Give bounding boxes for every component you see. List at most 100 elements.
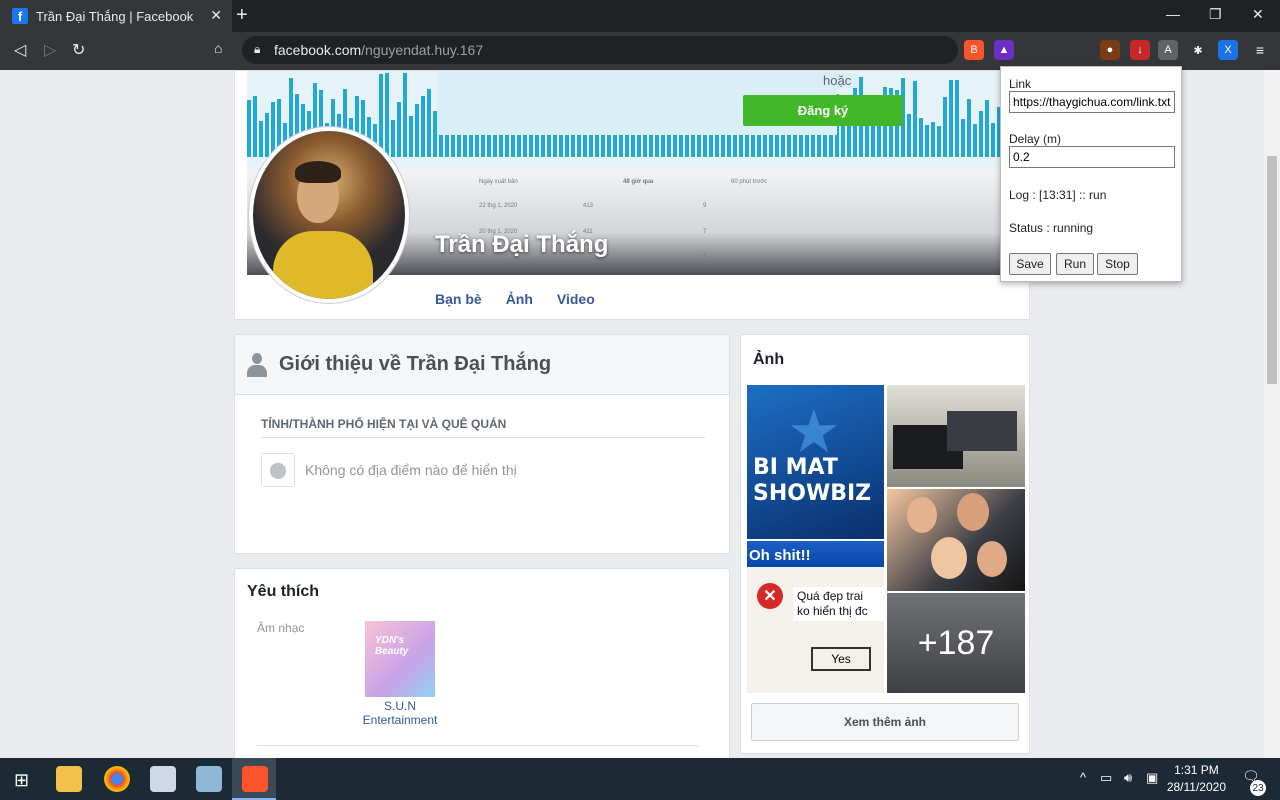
notification-badge: 23 xyxy=(1250,780,1266,796)
active-browser-task[interactable] xyxy=(232,758,276,800)
music-page-thumbnail[interactable]: YDN's Beauty xyxy=(365,621,435,697)
app-icon[interactable] xyxy=(150,766,176,792)
cover-bar xyxy=(961,118,965,157)
cover-bar xyxy=(979,111,983,157)
forward-icon[interactable]: ▷ xyxy=(44,40,56,60)
photo-caption: BI MAT SHOWBIZ xyxy=(753,455,871,507)
tray-expand-icon[interactable]: ^ xyxy=(1080,770,1086,785)
run-button[interactable]: Run xyxy=(1056,253,1094,275)
cover-bar xyxy=(415,103,419,157)
cover-bar xyxy=(259,120,263,157)
profile-avatar[interactable] xyxy=(249,127,409,303)
cover-bar xyxy=(253,95,257,157)
person-icon xyxy=(247,352,267,377)
table-row-date: 22 thg 1, 2020 xyxy=(479,203,518,209)
photo-tile[interactable]: ★ BI MAT SHOWBIZ xyxy=(747,385,884,539)
music-page-link[interactable]: S.U.N Entertainment xyxy=(355,699,445,727)
address-bar[interactable]: 🔒︎ facebook.com/nguyendat.huy.167 xyxy=(242,36,958,64)
cover-bar xyxy=(913,80,917,157)
signup-button[interactable]: Đăng ký xyxy=(743,95,903,126)
table-header-48h: 48 giờ qua xyxy=(623,179,654,185)
link-input[interactable] xyxy=(1009,91,1175,113)
photos-title: Ảnh xyxy=(753,351,785,368)
cover-bar xyxy=(919,117,923,157)
music-name-line1: S.U.N xyxy=(383,699,416,713)
stop-button[interactable]: Stop xyxy=(1097,253,1138,275)
file-explorer-icon[interactable] xyxy=(56,766,82,792)
link-label: Link xyxy=(1009,77,1032,91)
cover-bar xyxy=(421,96,425,157)
windows-start-icon[interactable]: ⊞ xyxy=(14,770,29,791)
table-row-48h: 413 xyxy=(583,203,594,209)
photo-tile[interactable] xyxy=(887,385,1025,487)
more-photos-count: +187 xyxy=(917,623,995,662)
cover-bar xyxy=(379,74,383,157)
message-line1: Quá đẹp trai xyxy=(797,589,864,603)
window-close-icon[interactable]: ✕ xyxy=(1252,6,1264,23)
no-location-text: Không có địa điểm nào để hiển thị xyxy=(305,462,517,478)
cover-card: hoặc Đăng ký Ngày xuất bản 48 giờ qua 60… xyxy=(234,70,1030,320)
tab-videos[interactable]: Video xyxy=(557,291,595,307)
cover-bar xyxy=(967,99,971,157)
table-header-60m: 60 phút trước xyxy=(731,179,768,185)
delay-input[interactable] xyxy=(1009,146,1175,168)
see-more-photos-button[interactable]: Xem thêm ảnh xyxy=(751,703,1019,741)
bookmark-icon[interactable]: ⌂ xyxy=(214,40,222,56)
avatar-hair xyxy=(295,161,341,183)
delay-label: Delay (m) xyxy=(1009,132,1062,146)
cover-bar xyxy=(985,99,989,157)
lock-icon: 🔒︎ xyxy=(254,42,261,56)
volume-icon[interactable]: 🔊︎ xyxy=(1124,770,1132,786)
page-scrollbar[interactable] xyxy=(1264,70,1280,758)
new-tab-icon[interactable]: + xyxy=(236,4,248,27)
favorites-card: Yêu thích Âm nhạc YDN's Beauty S.U.N Ent… xyxy=(234,568,730,758)
brave-rewards-icon[interactable]: ▲ xyxy=(994,40,1014,60)
minimize-icon[interactable]: — xyxy=(1166,6,1180,22)
photo-tile[interactable]: Oh shit!! ✕ Quá đẹp trai ko hiển thị đc … xyxy=(747,541,884,693)
photo-tile[interactable] xyxy=(887,489,1025,591)
battery-icon[interactable]: ▭ xyxy=(1100,770,1112,786)
photos-card: Ảnh ★ BI MAT SHOWBIZ Oh shit!! ✕ Quá đẹp… xyxy=(740,334,1030,754)
extension-fire-icon[interactable]: ● xyxy=(1100,40,1120,60)
notepad-icon[interactable] xyxy=(196,766,222,792)
network-icon[interactable]: ▣ xyxy=(1146,770,1158,786)
tab-photos[interactable]: Ảnh xyxy=(506,291,533,307)
system-clock[interactable]: 1:31 PM 28/11/2020 xyxy=(1167,762,1226,796)
cover-bar xyxy=(391,120,395,157)
cover-bar xyxy=(955,79,959,157)
reload-icon[interactable]: ↻ xyxy=(72,40,85,60)
profile-name[interactable]: Trần Đại Thắng xyxy=(435,231,608,259)
restore-icon[interactable]: ❐ xyxy=(1209,6,1222,23)
cover-bar xyxy=(265,113,269,157)
tab-friends[interactable]: Bạn bè xyxy=(435,291,482,307)
photo-grid: ★ BI MAT SHOWBIZ Oh shit!! ✕ Quá đẹp tra… xyxy=(747,385,1025,693)
extensions-puzzle-icon[interactable]: ✱ xyxy=(1188,40,1208,60)
cover-bar xyxy=(943,96,947,157)
chrome-icon[interactable] xyxy=(104,766,130,792)
table-row-60m: 4 xyxy=(703,253,707,259)
cover-bar xyxy=(403,73,407,157)
photo-tile-more[interactable]: +187 xyxy=(887,593,1025,693)
save-button[interactable]: Save xyxy=(1009,253,1051,275)
close-tab-icon[interactable]: ✕ xyxy=(210,7,222,24)
facebook-favicon-icon: f xyxy=(12,8,28,24)
favorites-title: Yêu thích xyxy=(247,583,320,600)
menu-icon[interactable]: ≡ xyxy=(1250,40,1270,60)
scrollbar-thumb[interactable] xyxy=(1267,156,1277,384)
profile-icon[interactable]: X xyxy=(1218,40,1238,60)
extension-a-icon[interactable]: A xyxy=(1158,40,1178,60)
extension-download-icon[interactable]: ↓ xyxy=(1130,40,1150,60)
face-shape xyxy=(977,541,1007,577)
cover-bar xyxy=(907,114,911,157)
location-pin-icon: ⬤ xyxy=(261,453,295,487)
table-row-60m: 7 xyxy=(703,229,707,235)
dialog-yes-button[interactable]: Yes xyxy=(811,647,871,671)
back-icon[interactable]: ◁ xyxy=(14,40,26,60)
browser-tab[interactable]: f Trần Đại Thắng | Facebook ✕ xyxy=(0,0,232,32)
monitor-shape xyxy=(947,411,1017,451)
cover-bar xyxy=(973,124,977,157)
brave-shield-icon[interactable]: B xyxy=(964,40,984,60)
dialog-message: Quá đẹp trai ko hiển thị đc xyxy=(793,587,884,621)
status-text: Status : running xyxy=(1009,221,1094,235)
brave-icon xyxy=(242,766,268,792)
